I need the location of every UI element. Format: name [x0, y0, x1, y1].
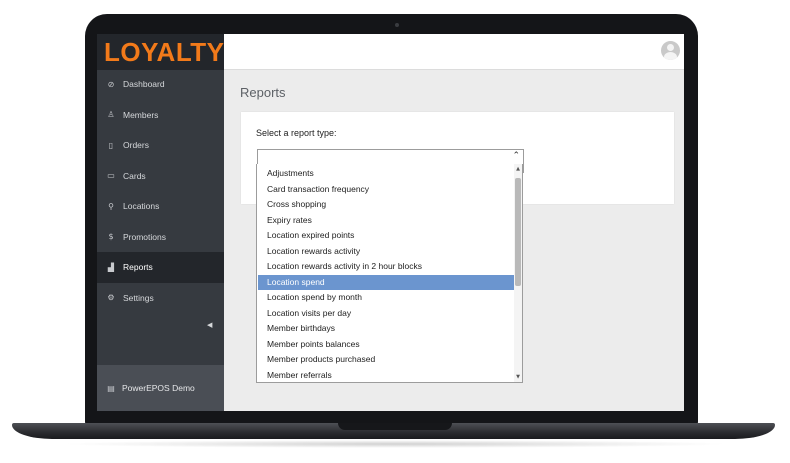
scroll-down-icon[interactable]: ▼ [514, 373, 522, 381]
sidebar-item-label: Locations [123, 201, 160, 212]
logo-area: LOYALTY [97, 34, 224, 70]
report-option[interactable]: Expiry rates [258, 213, 514, 229]
gear-icon: ⚙ [107, 293, 115, 303]
sidebar-item-reports[interactable]: ▟ Reports [97, 252, 224, 283]
select-report-label: Select a report type: [256, 128, 337, 138]
scroll-up-icon[interactable]: ▲ [514, 165, 522, 173]
dropdown-scrollbar[interactable]: ▲ ▼ [514, 164, 522, 382]
report-option[interactable]: Member birthdays [258, 321, 514, 337]
bar-chart-icon: ▟ [107, 262, 115, 272]
avatar-body [664, 52, 677, 60]
sidebar-item-label: Settings [123, 292, 154, 303]
sidebar-item-label: Reports [123, 262, 153, 273]
report-option[interactable]: Card transaction frequency [258, 182, 514, 198]
logo[interactable]: LOYALTY [104, 37, 225, 68]
report-option-selected[interactable]: Location spend [258, 274, 514, 290]
document-icon: ▤ [107, 383, 115, 393]
report-type-dropdown[interactable]: Adjustments Card transaction frequency C… [256, 164, 523, 383]
sidebar-item-label: Promotions [123, 231, 166, 242]
collapse-sidebar-icon[interactable]: ◀ [207, 321, 212, 329]
laptop-notch [338, 423, 452, 430]
page-title: Reports [240, 85, 286, 100]
report-option[interactable]: Location expired points [258, 228, 514, 244]
avatar[interactable] [661, 41, 680, 60]
sidebar-item-locations[interactable]: ⚲ Locations [97, 191, 224, 222]
sidebar-item-settings[interactable]: ⚙ Settings [97, 283, 224, 314]
avatar-head [667, 44, 674, 51]
report-option[interactable]: Adjustments [258, 166, 514, 182]
report-option[interactable]: Location rewards activity in 2 hour bloc… [258, 259, 514, 275]
report-option[interactable]: Cross shopping [258, 197, 514, 213]
sidebar-item-label: Orders [123, 140, 149, 151]
report-option[interactable]: Member products purchased [258, 352, 514, 368]
sidebar-item-label: Cards [123, 170, 146, 181]
sidebar-item-orders[interactable]: ▯ Orders [97, 130, 224, 161]
sidebar-item-promotions[interactable]: $ Promotions [97, 222, 224, 253]
chevron-up-icon[interactable]: ⌃ [512, 151, 520, 161]
sidebar-item-members[interactable]: ♙ Members [97, 100, 224, 131]
webcam [395, 23, 399, 27]
laptop-shadow [60, 440, 730, 448]
sidebar-item-cards[interactable]: ▭ Cards [97, 161, 224, 192]
screen: LOYALTY ⊘ Dashboard ♙ Members ▯ Orders ▭… [97, 34, 684, 411]
sidebar-footer-label: PowerEPOS Demo [122, 383, 195, 393]
report-option[interactable]: Member referrals [258, 368, 514, 383]
sidebar-footer-account[interactable]: ▤ PowerEPOS Demo [97, 365, 224, 411]
scrollbar-thumb[interactable] [515, 178, 521, 286]
dashboard-icon: ⊘ [107, 79, 115, 89]
top-bar [224, 34, 684, 70]
dollar-icon: $ [108, 232, 114, 242]
user-icon: ♙ [107, 110, 115, 120]
report-option[interactable]: Member points balances [258, 337, 514, 353]
report-option[interactable]: Location visits per day [258, 306, 514, 322]
map-pin-icon: ⚲ [108, 201, 114, 211]
sidebar-item-label: Dashboard [123, 79, 165, 90]
card-icon: ▭ [107, 171, 115, 181]
book-icon: ▯ [108, 140, 114, 150]
sidebar-item-label: Members [123, 109, 159, 120]
report-option[interactable]: Location spend by month [258, 290, 514, 306]
sidebar: LOYALTY ⊘ Dashboard ♙ Members ▯ Orders ▭… [97, 34, 224, 411]
sidebar-nav: ⊘ Dashboard ♙ Members ▯ Orders ▭ Cards ⚲… [97, 69, 224, 313]
report-option[interactable]: Location rewards activity [258, 244, 514, 260]
sidebar-item-dashboard[interactable]: ⊘ Dashboard [97, 69, 224, 100]
